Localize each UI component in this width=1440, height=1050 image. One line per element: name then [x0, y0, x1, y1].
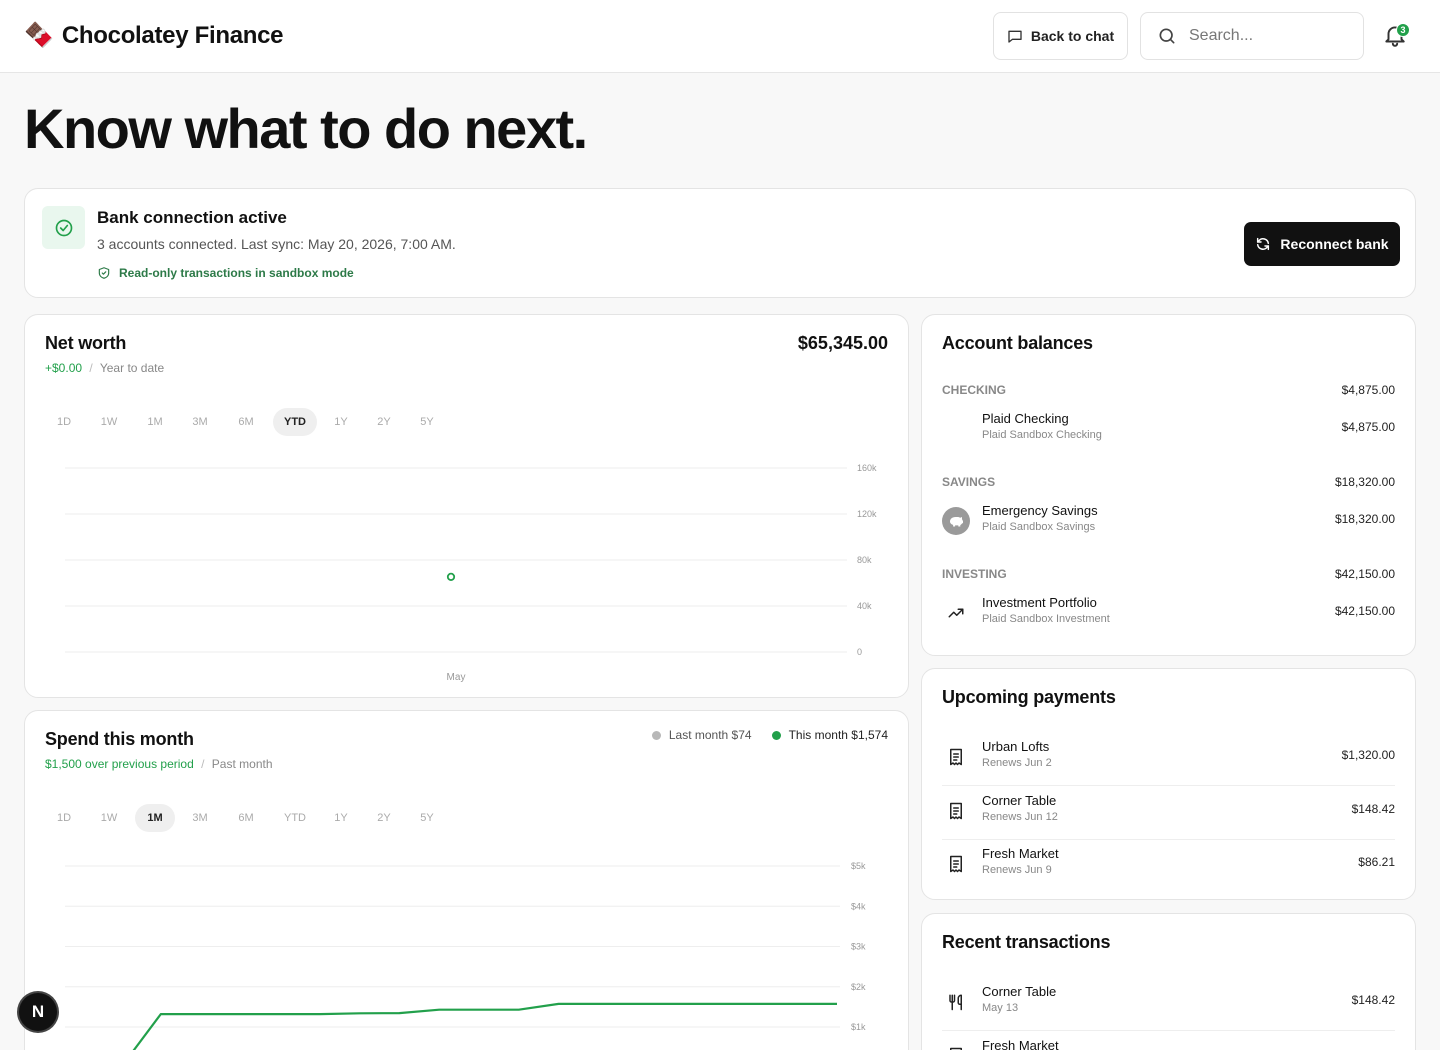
y-tick-label: 120k	[857, 509, 877, 519]
y-tick-label: $2k	[851, 982, 866, 992]
divider	[942, 1030, 1395, 1031]
item-subtitle: Renews Jun 2	[982, 757, 1052, 769]
item-name: Corner Table	[982, 984, 1057, 999]
back-to-chat-button[interactable]: Back to chat	[993, 12, 1128, 60]
check-circle-icon	[42, 206, 85, 249]
item-name: Corner Table	[982, 793, 1057, 808]
data-point[interactable]	[446, 572, 456, 581]
search-input[interactable]	[1189, 27, 1339, 45]
reconnect-bank-label: Reconnect bank	[1280, 236, 1389, 252]
item-subtitle: Plaid Sandbox Investment	[982, 613, 1110, 625]
trending-up-icon	[942, 599, 970, 627]
list-item[interactable]: Corner Table May 13 $148.42	[942, 982, 1395, 1022]
utensils-icon	[942, 988, 970, 1016]
item-amount: $42,150.00	[1334, 604, 1395, 618]
list-item[interactable]: Investment Portfolio Plaid Sandbox Invest…	[942, 593, 1395, 633]
y-tick-label: 40k	[857, 601, 872, 611]
page-title: Know what to do next.	[24, 97, 588, 160]
list-item[interactable]: Plaid Checking Plaid Sandbox Checking $4,8…	[942, 409, 1395, 449]
item-amount: $148.42	[1351, 993, 1395, 1007]
account-group-total: $4,875.00	[1341, 383, 1395, 397]
bank-connection-card: Bank connection active 3 accounts connec…	[24, 188, 1416, 298]
account-balances-card: Account balances CHECKING $4,875.00 Plaid …	[921, 314, 1416, 656]
search-box[interactable]	[1140, 12, 1364, 60]
account-balances-title: Account balances	[942, 333, 1093, 353]
account-group-total: $42,150.00	[1334, 567, 1395, 581]
y-tick-label: 0	[857, 647, 862, 657]
bank-sync-info: 3 accounts connected. Last sync: May 20,…	[97, 236, 456, 252]
account-group-label: INVESTING	[942, 567, 1007, 581]
item-name: Fresh Market	[982, 1038, 1059, 1050]
item-subtitle: Renews Jun 12	[982, 811, 1058, 823]
receipt-icon	[942, 743, 970, 771]
net-worth-card: Net worth $65,345.00 +$0.00 / Year to da…	[24, 314, 909, 698]
chat-bubble-icon	[1007, 28, 1023, 44]
item-name: Urban Lofts	[982, 739, 1050, 754]
list-item[interactable]: Urban Lofts Renews Jun 2 $1,320.00	[942, 737, 1395, 777]
spend-chart: $1k $2k $3k $4k $5k	[65, 861, 866, 1050]
y-tick-label: 160k	[857, 463, 877, 473]
item-amount: $148.42	[1351, 802, 1395, 816]
item-amount: $18,320.00	[1334, 512, 1395, 526]
item-subtitle: Renews Jun 9	[982, 864, 1052, 876]
top-bar: 🍫 Chocolatey Finance Back to chat 3	[0, 0, 1440, 73]
notification-count-badge: 3	[1396, 23, 1410, 37]
item-subtitle: Plaid Sandbox Savings	[982, 521, 1096, 533]
dev-tools-badge[interactable]: N	[19, 993, 57, 1031]
account-icon-placeholder	[942, 415, 970, 443]
receipt-icon	[942, 1042, 970, 1050]
x-tick-label: May	[447, 672, 466, 683]
back-to-chat-label: Back to chat	[1030, 28, 1115, 44]
account-group-total: $18,320.00	[1334, 475, 1395, 489]
account-group-label: SAVINGS	[942, 475, 996, 489]
item-name: Investment Portfolio	[982, 595, 1097, 610]
item-subtitle: May 13	[982, 1002, 1019, 1014]
list-item[interactable]: Corner Table Renews Jun 12 $148.42	[942, 791, 1395, 831]
app-name: Chocolatey Finance	[61, 22, 284, 49]
recent-transactions-card: Recent transactions Corner Table May 13 $1…	[921, 913, 1416, 1050]
upcoming-payments-title: Upcoming payments	[942, 687, 1116, 707]
item-name: Fresh Market	[982, 846, 1059, 861]
item-amount: $1,320.00	[1341, 748, 1395, 762]
list-item[interactable]: Fresh Market Renews Jun 9 $86.21	[942, 844, 1395, 884]
receipt-icon	[942, 797, 970, 825]
y-tick-label: $5k	[851, 861, 866, 871]
divider	[942, 785, 1395, 786]
chocolate-bar-icon: 🍫	[24, 22, 54, 49]
item-name: Plaid Checking	[982, 411, 1069, 426]
search-icon	[1157, 26, 1177, 46]
y-tick-label: $4k	[851, 901, 866, 911]
shield-check-icon	[97, 266, 111, 280]
item-amount: $86.21	[1358, 855, 1395, 869]
sandbox-note: Read-only transactions in sandbox mode	[97, 266, 354, 280]
y-tick-label: $3k	[851, 942, 866, 952]
y-tick-label: $1k	[851, 1022, 866, 1032]
list-item[interactable]: Fresh Market	[942, 1036, 1395, 1050]
sandbox-note-label: Read-only transactions in sandbox mode	[119, 266, 354, 280]
app-logo[interactable]: 🍫 Chocolatey Finance	[24, 22, 284, 50]
net-worth-chart: 0 40k 80k 120k 160k May	[65, 463, 877, 683]
receipt-icon	[942, 850, 970, 878]
recent-transactions-title: Recent transactions	[942, 932, 1111, 952]
item-name: Emergency Savings	[982, 503, 1098, 518]
item-amount: $4,875.00	[1341, 420, 1395, 434]
divider	[942, 839, 1395, 840]
account-group-label: CHECKING	[942, 383, 1007, 397]
list-item[interactable]: Emergency Savings Plaid Sandbox Savings $1…	[942, 501, 1395, 541]
reconnect-bank-button[interactable]: Reconnect bank	[1244, 222, 1400, 266]
piggy-bank-icon	[942, 507, 970, 535]
item-subtitle: Plaid Sandbox Checking	[982, 429, 1102, 441]
bank-status-title: Bank connection active	[97, 208, 287, 227]
upcoming-payments-card: Upcoming payments Urban Lofts Renews Jun …	[921, 668, 1416, 900]
y-tick-label: 80k	[857, 555, 872, 565]
spend-card: Spend this month $1,500 over previous pe…	[24, 710, 909, 1050]
refresh-icon	[1255, 236, 1271, 252]
